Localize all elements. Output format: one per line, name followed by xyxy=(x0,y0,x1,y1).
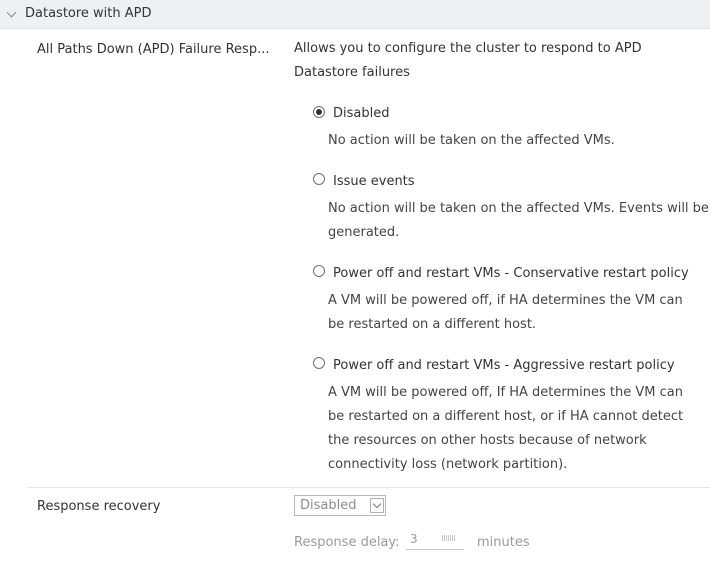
response-recovery-select[interactable]: Disabled xyxy=(294,495,386,516)
response-delay-unit: minutes xyxy=(477,535,530,550)
spinner-icon[interactable] xyxy=(442,535,456,541)
option-aggressive-description-line-2: be restarted on a different host, or if … xyxy=(328,409,684,424)
divider xyxy=(28,487,710,488)
option-aggressive-description-line-3: the resources on other hosts because of … xyxy=(328,433,647,448)
radio-aggressive-restart[interactable] xyxy=(313,357,325,369)
chevron-down-icon[interactable] xyxy=(6,7,17,18)
option-disabled-description: No action will be taken on the affected … xyxy=(328,133,615,148)
apd-label: All Paths Down (APD) Failure Resp... xyxy=(37,42,270,57)
option-aggressive-description-line-4: connectivity loss (network partition). xyxy=(328,457,568,472)
response-recovery-label: Response recovery xyxy=(37,499,161,514)
option-issue-events-label[interactable]: Issue events xyxy=(333,174,415,189)
section-header-datastore-apd[interactable]: Datastore with APD xyxy=(0,0,710,29)
option-aggressive-description-line-1: A VM will be powered off, If HA determin… xyxy=(328,385,683,400)
option-aggressive-restart-label[interactable]: Power off and restart VMs - Aggressive r… xyxy=(333,358,675,373)
section-title: Datastore with APD xyxy=(25,6,152,21)
response-delay-label: Response delay: xyxy=(294,535,400,550)
option-conservative-restart-label[interactable]: Power off and restart VMs - Conservative… xyxy=(333,266,689,281)
radio-conservative-restart[interactable] xyxy=(313,265,325,277)
apd-description-line-2: Datastore failures xyxy=(294,65,410,80)
option-conservative-description-line-2: be restarted on a different host. xyxy=(328,317,537,332)
radio-disabled[interactable] xyxy=(313,106,325,118)
option-disabled-label[interactable]: Disabled xyxy=(333,106,389,121)
response-delay-value: 3 xyxy=(410,532,418,546)
response-delay-input[interactable]: 3 xyxy=(406,531,464,550)
apd-description-line-1: Allows you to configure the cluster to r… xyxy=(294,41,642,56)
option-issue-events-description-line-2: generated. xyxy=(328,225,400,240)
response-recovery-select-value: Disabled xyxy=(300,498,357,513)
option-issue-events-description-line-1: No action will be taken on the affected … xyxy=(328,201,709,216)
option-conservative-description-line-1: A VM will be powered off, if HA determin… xyxy=(328,293,683,308)
radio-issue-events[interactable] xyxy=(313,173,325,185)
dropdown-arrow-icon[interactable] xyxy=(370,498,384,513)
